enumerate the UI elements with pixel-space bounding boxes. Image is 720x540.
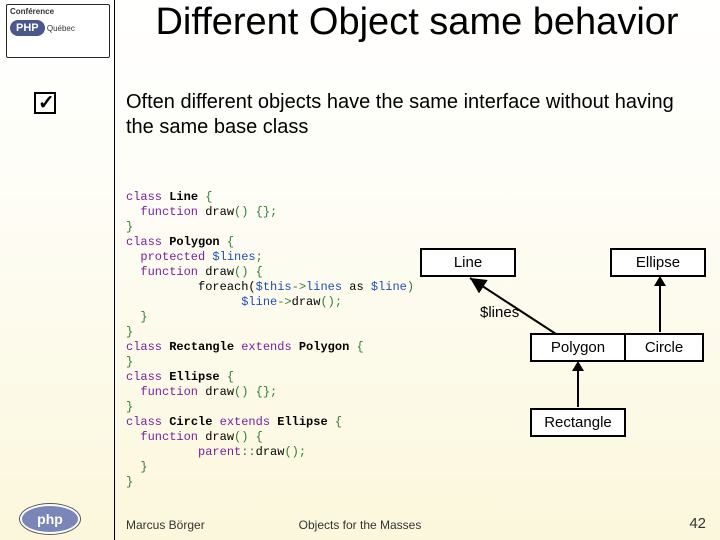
op: } xyxy=(126,220,133,234)
fn: draw xyxy=(205,430,234,444)
conference-logo-badge: PHP xyxy=(10,20,45,36)
t xyxy=(126,445,198,459)
t: foreach( xyxy=(126,280,256,294)
kw: parent xyxy=(198,445,241,459)
kw: function xyxy=(126,430,205,444)
cls: Circle xyxy=(162,415,220,429)
kw: class xyxy=(126,340,162,354)
slide: Conférence PHP Québec Different Object s… xyxy=(0,0,720,540)
fn: draw xyxy=(205,265,234,279)
kw: protected xyxy=(126,250,212,264)
kw: class xyxy=(126,415,162,429)
arrow-circle-to-ellipse xyxy=(650,276,670,334)
kw: function xyxy=(126,385,205,399)
arrow-polygon-to-line xyxy=(460,274,560,336)
fn: draw xyxy=(292,295,321,309)
kw: class xyxy=(126,370,162,384)
conference-logo: Conférence PHP Québec xyxy=(6,4,110,58)
cls: Polygon xyxy=(292,340,357,354)
t xyxy=(126,295,241,309)
op: { xyxy=(335,415,342,429)
diagram-box-line: Line xyxy=(420,248,516,277)
op: () { xyxy=(234,265,263,279)
op: () { xyxy=(234,430,263,444)
slide-subtitle: Often different objects have the same in… xyxy=(126,90,700,140)
code-block: class Line { function draw() {}; } class… xyxy=(126,190,414,490)
fn: draw xyxy=(205,385,234,399)
footer-center: Objects for the Masses xyxy=(0,518,720,532)
op: -> xyxy=(277,295,291,309)
var: $this xyxy=(256,280,292,294)
kw: extends xyxy=(220,415,270,429)
fn: draw xyxy=(205,205,234,219)
op: { xyxy=(205,190,212,204)
footer-page-number: 42 xyxy=(689,515,706,532)
cls: Polygon xyxy=(162,235,227,249)
diagram-box-rectangle: Rectangle xyxy=(530,408,626,437)
op: } xyxy=(126,475,133,489)
diagram-box-circle: Circle xyxy=(624,333,704,362)
op: () {}; xyxy=(234,205,277,219)
op: ) xyxy=(407,280,414,294)
var: lines xyxy=(306,280,342,294)
kw: class xyxy=(126,190,162,204)
op: } xyxy=(126,355,133,369)
op: } xyxy=(126,400,133,414)
fn: draw xyxy=(256,445,285,459)
op: } xyxy=(126,460,148,474)
kw: extends xyxy=(241,340,291,354)
kw: class xyxy=(126,235,162,249)
var: $line xyxy=(371,280,407,294)
op: () {}; xyxy=(234,385,277,399)
cls: Ellipse xyxy=(162,370,227,384)
conference-logo-line2: Québec xyxy=(47,24,75,33)
op: -> xyxy=(292,280,306,294)
op: { xyxy=(227,235,234,249)
op: } xyxy=(126,310,148,324)
op: ; xyxy=(256,250,263,264)
diagram-box-ellipse: Ellipse xyxy=(610,248,706,277)
arrow-rectangle-to-polygon xyxy=(568,361,588,409)
vertical-rule xyxy=(114,0,115,540)
kw: function xyxy=(126,265,205,279)
conference-logo-line1: Conférence xyxy=(10,7,106,16)
op: (); xyxy=(320,295,342,309)
t: as xyxy=(342,280,371,294)
op: (); xyxy=(284,445,306,459)
op: { xyxy=(356,340,363,354)
slide-title: Different Object same behavior xyxy=(114,2,720,44)
cls: Line xyxy=(162,190,205,204)
op: :: xyxy=(241,445,255,459)
var: $line xyxy=(241,295,277,309)
cls: Rectangle xyxy=(162,340,241,354)
var: $lines xyxy=(212,250,255,264)
cls: Ellipse xyxy=(270,415,335,429)
checkbox-bullet-icon xyxy=(34,92,56,114)
kw: function xyxy=(126,205,205,219)
diagram-box-polygon: Polygon xyxy=(530,333,626,362)
op: { xyxy=(227,370,234,384)
op: } xyxy=(126,325,133,339)
class-diagram: Line Ellipse Polygon Circle Rectangle $l… xyxy=(420,248,710,458)
